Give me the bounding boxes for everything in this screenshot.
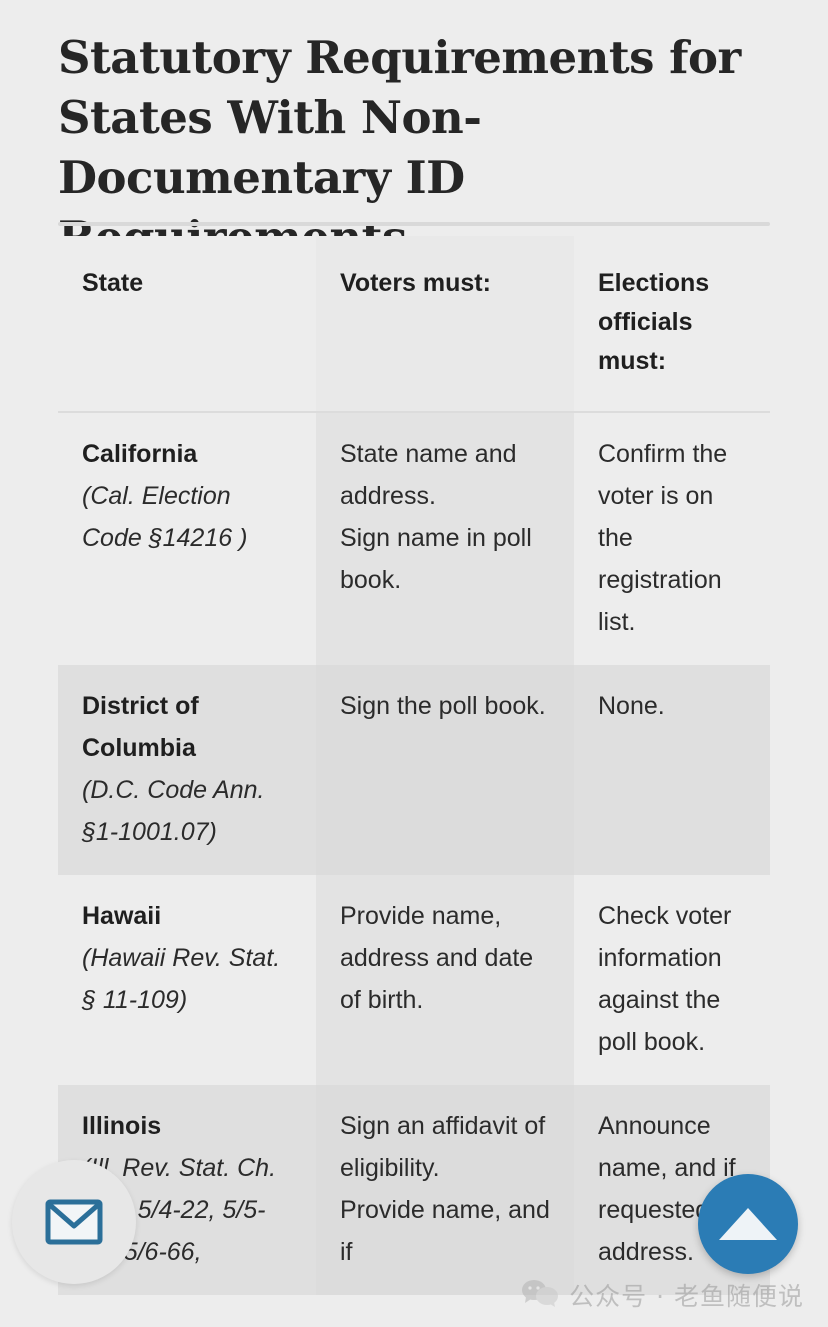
state-name: Hawaii [82,902,162,930]
state-citation: (D.C. Code Ann. §1-1001.07) [82,776,265,846]
watermark-text: 公众号 · 老鱼随便说 [569,1282,804,1311]
wechat-icon [521,1278,559,1313]
title-divider [58,222,770,226]
triangle-up-icon [719,1208,777,1240]
column-header-voters-must: Voters must: [316,236,574,412]
state-name: District of Columbia [82,692,199,762]
table-header: State Voters must: Elections officials m… [58,236,770,412]
page-title: Statutory Requirements for States With N… [58,31,741,264]
watermark: 公众号 · 老鱼随便说 [521,1277,804,1313]
cell-officials-must: None. [574,665,770,875]
article-page: Statutory Requirements for States With N… [0,0,828,1327]
voters-requirement-text: State name and address. Sign name in pol… [340,440,532,594]
cell-state: Hawaii (Hawaii Rev. Stat. § 11-109) [58,875,316,1085]
scroll-to-top-button[interactable] [698,1174,798,1274]
table-row: District of Columbia (D.C. Code Ann. §1-… [58,665,770,875]
state-citation: (Hawaii Rev. Stat. § 11-109) [82,944,281,1014]
column-header-state: State [58,236,316,412]
table-row: California (Cal. Election Code §14216 ) … [58,412,770,665]
state-name: California [82,440,198,468]
cell-voters-must: Sign an affidavit of eligibility. Provid… [316,1085,574,1295]
cell-voters-must: Provide name, address and date of birth. [316,875,574,1085]
cell-voters-must: State name and address. Sign name in pol… [316,412,574,665]
envelope-icon [45,1199,103,1245]
voters-requirement-text: Sign the poll book. [340,692,546,720]
state-citation: (Cal. Election Code §14216 ) [82,482,248,552]
cell-officials-must: Confirm the voter is on the registration… [574,412,770,665]
voters-requirement-text: Provide name, address and date of birth. [340,902,534,1014]
table-body: California (Cal. Election Code §14216 ) … [58,412,770,1295]
email-share-button[interactable] [12,1160,136,1284]
voters-requirement-text: Sign an affidavit of eligibility. Provid… [340,1112,550,1266]
cell-voters-must: Sign the poll book. [316,665,574,875]
requirements-table: State Voters must: Elections officials m… [58,236,770,1295]
cell-state: District of Columbia (D.C. Code Ann. §1-… [58,665,316,875]
cell-state: California (Cal. Election Code §14216 ) [58,412,316,665]
table-row: Illinois (Ill. Rev. Stat. Ch. 10 § 5/4-2… [58,1085,770,1295]
table-row: Hawaii (Hawaii Rev. Stat. § 11-109) Prov… [58,875,770,1085]
column-header-elections-officials-must: Elections officials must: [574,236,770,412]
cell-officials-must: Check voter information against the poll… [574,875,770,1085]
page-title-wrapper: Statutory Requirements for States With N… [58,28,770,268]
officials-requirement-text: Confirm the voter is on the registration… [598,440,728,636]
officials-requirement-text: Check voter information against the poll… [598,902,732,1056]
table-header-row: State Voters must: Elections officials m… [58,236,770,412]
state-name: Illinois [82,1112,162,1140]
officials-requirement-text: None. [598,692,665,720]
